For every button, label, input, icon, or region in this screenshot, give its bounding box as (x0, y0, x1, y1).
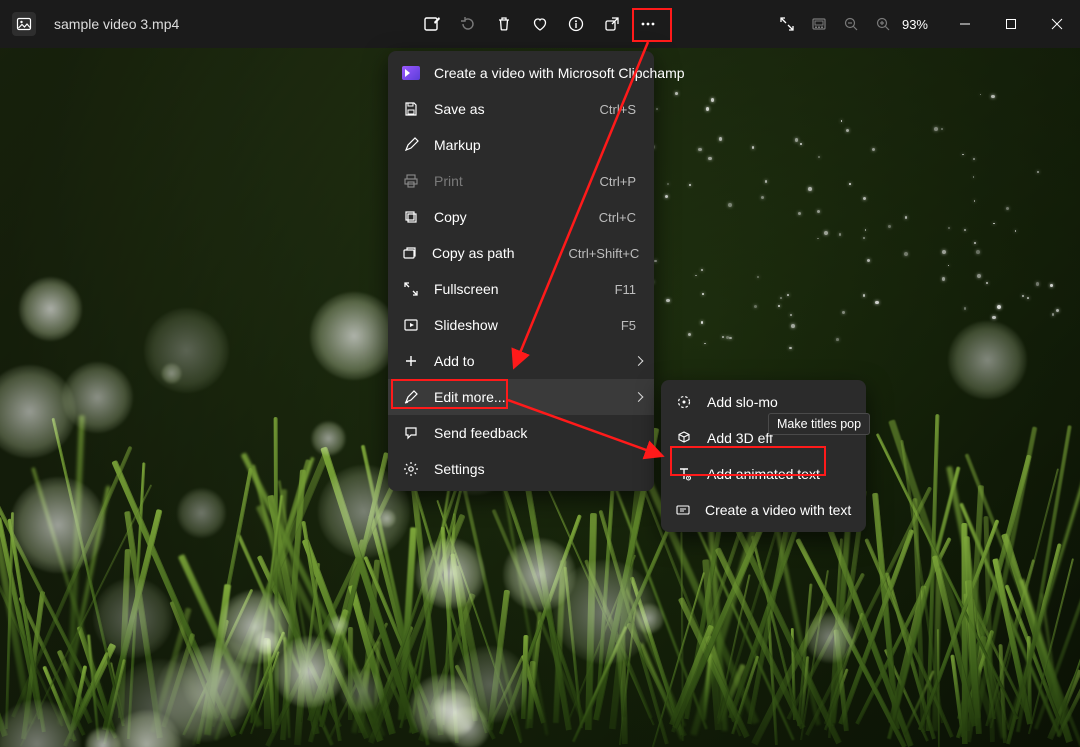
edit-more-submenu: Add slo-mo Add 3D eff Add animated text … (661, 380, 866, 532)
menu-add-to[interactable]: Add to (388, 343, 654, 379)
copy-icon (402, 209, 420, 225)
maximize-button[interactable] (988, 8, 1034, 40)
delete-button[interactable] (489, 9, 519, 39)
copy-path-icon (402, 245, 418, 261)
menu-slideshow[interactable]: Slideshow F5 (388, 307, 654, 343)
zoom-in-button[interactable] (868, 9, 898, 39)
share-button[interactable] (597, 9, 627, 39)
save-icon (402, 101, 420, 117)
clipchamp-icon (402, 66, 420, 80)
titlebar-right: 93% (772, 0, 1080, 48)
menu-edit-more[interactable]: Edit more... (388, 379, 654, 415)
fullscreen-toggle-button[interactable] (772, 9, 802, 39)
menu-settings[interactable]: Settings (388, 451, 654, 487)
submenu-animated-text[interactable]: Add animated text (661, 456, 866, 492)
favorite-button[interactable] (525, 9, 555, 39)
minimize-button[interactable] (942, 8, 988, 40)
plus-icon (402, 353, 420, 369)
eff3d-icon (675, 430, 693, 446)
video-text-icon (675, 502, 691, 518)
more-menu: Create a video with Microsoft Clipchamp … (388, 51, 654, 491)
slideshow-icon (402, 317, 420, 333)
print-icon (402, 173, 420, 189)
info-button[interactable] (561, 9, 591, 39)
menu-save-as[interactable]: Save as Ctrl+S (388, 91, 654, 127)
animated-text-icon (675, 466, 693, 482)
slomo-icon (675, 394, 693, 410)
feedback-icon (402, 425, 420, 441)
zoom-out-button[interactable] (836, 9, 866, 39)
titlebar: sample video 3.mp4 (0, 0, 1080, 48)
gear-icon (402, 461, 420, 477)
edit-image-button[interactable] (417, 9, 447, 39)
zoom-label: 93% (902, 17, 928, 32)
menu-copy-path[interactable]: Copy as path Ctrl+Shift+C (388, 235, 654, 271)
close-button[interactable] (1034, 8, 1080, 40)
markup-icon (402, 137, 420, 153)
menu-clipchamp[interactable]: Create a video with Microsoft Clipchamp (388, 55, 654, 91)
menu-print: Print Ctrl+P (388, 163, 654, 199)
menu-markup[interactable]: Markup (388, 127, 654, 163)
rotate-button[interactable] (453, 9, 483, 39)
toolbar (417, 9, 663, 39)
menu-fullscreen[interactable]: Fullscreen F11 (388, 271, 654, 307)
filmstrip-button[interactable] (804, 9, 834, 39)
app-icon (12, 12, 36, 36)
see-more-button[interactable] (633, 9, 663, 39)
photos-app-window: sample video 3.mp4 (0, 0, 1080, 747)
menu-copy[interactable]: Copy Ctrl+C (388, 199, 654, 235)
submenu-video-text[interactable]: Create a video with text (661, 492, 866, 528)
submenu-tooltip: Make titles pop (768, 413, 870, 435)
file-title: sample video 3.mp4 (54, 16, 179, 32)
menu-send-feedback[interactable]: Send feedback (388, 415, 654, 451)
fullscreen-icon (402, 281, 420, 297)
edit-more-icon (402, 389, 420, 405)
